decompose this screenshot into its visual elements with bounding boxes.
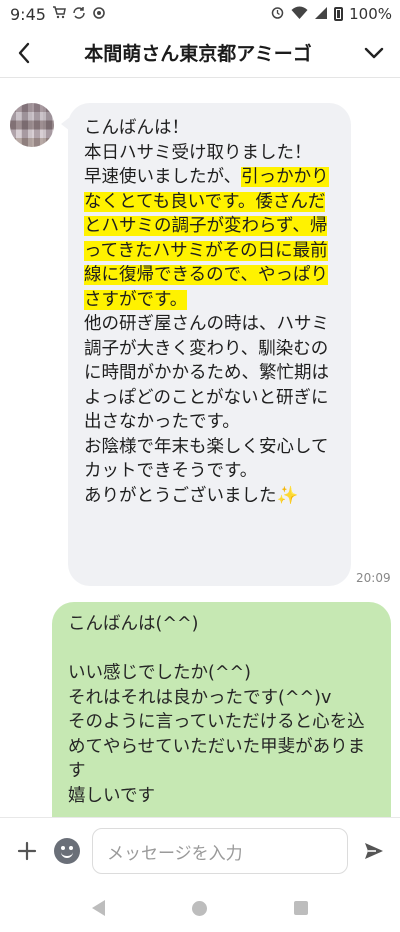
- chat-header: 本間萌さん東京都アミーゴ: [0, 28, 400, 78]
- back-button[interactable]: [0, 28, 48, 78]
- message-input-bar: メッセージを入力: [0, 817, 400, 884]
- status-bar: 9:45 100%: [0, 0, 400, 28]
- incoming-message-text: こんばんは！ 本日ハサミ受け取りました！ 早速使いましたが、引っかかりなくとても…: [84, 116, 339, 508]
- message-segment: 他の研ぎ屋さんの時は、ハサミ調子が大きく変わり、馴染むのに時間がかかるため、繁忙…: [84, 314, 329, 506]
- menu-toggle-button[interactable]: [348, 28, 400, 78]
- nav-back-icon[interactable]: [91, 900, 105, 916]
- plus-button[interactable]: [0, 818, 54, 885]
- settings-icon: [92, 6, 106, 23]
- signal-icon: [314, 6, 328, 23]
- battery-percent: 100%: [349, 5, 392, 23]
- emoji-icon[interactable]: [54, 838, 80, 864]
- send-icon: [365, 843, 383, 859]
- message-input-placeholder: メッセージを入力: [107, 843, 243, 864]
- nav-home-icon[interactable]: [191, 900, 207, 916]
- chevron-down-icon: [364, 47, 384, 58]
- plus-icon: [17, 841, 37, 861]
- chat-title: 本間萌さん東京都アミーゴ: [84, 43, 312, 65]
- status-time: 9:45: [10, 4, 46, 24]
- outgoing-message-text: こんばんは(^^) いい感じでしたか(^^) それはそれは良かったです(^^)v…: [68, 614, 366, 806]
- wifi-icon: [291, 6, 308, 23]
- sync-icon: [72, 6, 86, 23]
- message-input[interactable]: メッセージを入力: [92, 828, 348, 874]
- alarm-icon: [270, 5, 285, 23]
- incoming-message-bubble[interactable]: こんばんは！ 本日ハサミ受け取りました！ 早速使いましたが、引っかかりなくとても…: [61, 103, 351, 586]
- outgoing-message-bubble[interactable]: こんばんは(^^) いい感じでしたか(^^) それはそれは良かったです(^^)v…: [52, 602, 391, 817]
- system-nav-bar: [0, 884, 400, 932]
- nav-recents-icon[interactable]: [294, 901, 309, 915]
- cart-icon: [52, 6, 66, 22]
- avatar[interactable]: [10, 103, 54, 147]
- send-button[interactable]: [348, 818, 400, 885]
- chat-area[interactable]: こんばんは！ 本日ハサミ受け取りました！ 早速使いましたが、引っかかりなくとても…: [0, 79, 400, 817]
- battery-icon: [334, 7, 344, 21]
- message-timestamp: 20:09: [356, 571, 391, 585]
- highlighted-segment: 引っかかりなくとても良いです。倭さんだとハサミの調子が変わらず、帰ってきたハサミ…: [84, 167, 329, 310]
- back-arrow-icon: [18, 42, 30, 63]
